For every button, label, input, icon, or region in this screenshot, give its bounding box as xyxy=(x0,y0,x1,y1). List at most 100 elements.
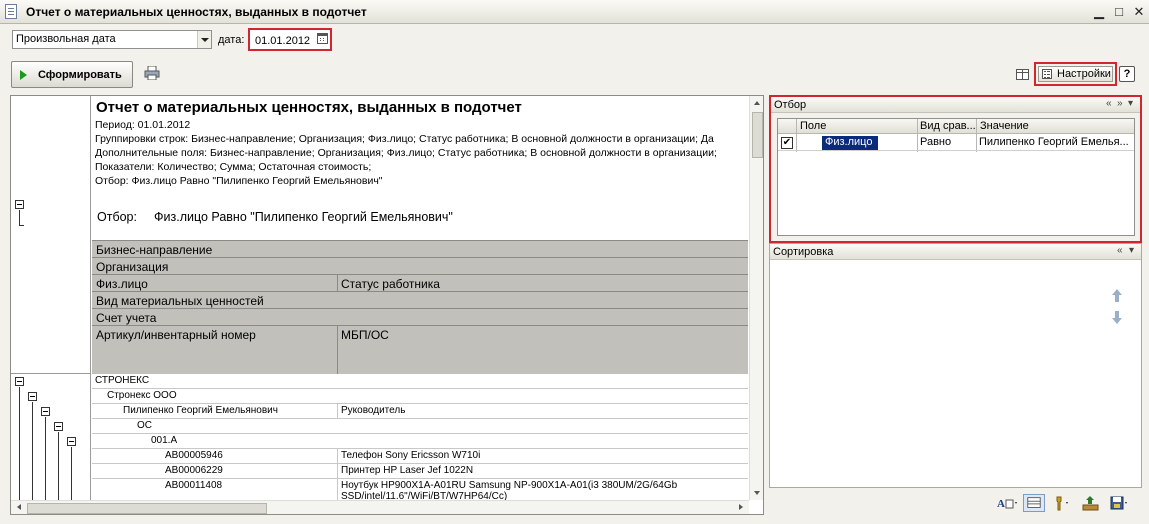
report-filter-value: Физ.лицо Равно "Пилипенко Георгий Емелья… xyxy=(154,210,453,224)
header-business: Бизнес-направление xyxy=(96,243,213,257)
filter-enabled-checkbox[interactable]: ✔ xyxy=(781,137,793,149)
row-cell-article: АВ00006229 xyxy=(165,465,223,476)
panel-menu-icon[interactable]: ▾ xyxy=(1128,98,1133,109)
cell-divider xyxy=(337,464,338,479)
collapse-left-icon[interactable]: « xyxy=(1106,98,1112,109)
row-cell-group: 001.А xyxy=(151,435,178,446)
expand-right-icon[interactable]: » xyxy=(1117,98,1123,109)
table-row[interactable]: Стронекс ООО xyxy=(92,389,748,404)
panel-menu-icon[interactable]: ▾ xyxy=(1129,245,1134,256)
filter-field-cell[interactable]: Физ.лицо xyxy=(822,136,878,150)
row-cell-article: АВ00011408 xyxy=(165,480,223,491)
minimize-button[interactable]: ▁ xyxy=(1090,3,1108,20)
column-comparison[interactable]: Вид срав... xyxy=(920,120,976,132)
collapse-group-icon[interactable] xyxy=(67,437,76,446)
table-layout-icon[interactable] xyxy=(1016,69,1029,80)
vertical-scrollbar[interactable] xyxy=(749,96,763,500)
date-value: 01.01.2012 xyxy=(255,35,311,47)
filter-panel: Отбор « » ▾ Поле Вид срав... Значение ✔ … xyxy=(769,95,1142,243)
play-icon xyxy=(20,70,27,80)
tree-line xyxy=(19,225,24,226)
collapse-left-icon[interactable]: « xyxy=(1117,245,1123,256)
collapse-group-icon[interactable] xyxy=(54,422,63,431)
scroll-right-icon[interactable] xyxy=(733,501,748,514)
row-cell-item: Принтер HP Laser Jef 1022N xyxy=(341,465,474,476)
close-button[interactable]: ✕ xyxy=(1130,3,1148,20)
settings-button[interactable]: Настройки xyxy=(1038,66,1113,82)
row-cell-group: СТРОНЕКС xyxy=(95,375,150,386)
row-cell-detail: Руководитель xyxy=(341,405,406,416)
chevron-down-icon[interactable] xyxy=(197,31,211,48)
horizontal-scrollbar[interactable] xyxy=(11,500,749,514)
printer-icon[interactable] xyxy=(144,66,160,80)
generate-button[interactable]: Сформировать xyxy=(11,61,133,88)
period-mode-select[interactable]: Произвольная дата xyxy=(12,30,212,49)
sort-panel-header: Сортировка « ▾ xyxy=(770,244,1141,260)
tree-line xyxy=(19,387,20,500)
generate-button-label: Сформировать xyxy=(38,69,122,81)
collapse-group-icon[interactable] xyxy=(41,407,50,416)
wrench-settings-icon[interactable] xyxy=(1052,494,1074,512)
filter-grid-header: Поле Вид срав... Значение xyxy=(778,119,1134,134)
filter-panel-header: Отбор « » ▾ xyxy=(771,97,1140,113)
report-document-icon xyxy=(5,4,17,19)
scroll-thumb[interactable] xyxy=(27,503,267,514)
header-organization: Организация xyxy=(96,260,169,274)
scroll-up-icon[interactable] xyxy=(750,96,763,110)
header-row: Физ.лицо Статус работника xyxy=(92,274,748,291)
table-row[interactable]: 001.А xyxy=(92,434,748,449)
table-row[interactable]: АВ00006229 Принтер HP Laser Jef 1022N xyxy=(92,464,748,479)
collapse-group-icon[interactable] xyxy=(15,377,24,386)
filter-value-cell[interactable]: Пилипенко Георгий Емелья... xyxy=(979,136,1133,148)
font-format-icon[interactable]: A xyxy=(996,494,1018,512)
header-row: Счет учета xyxy=(92,308,748,325)
calendar-icon[interactable] xyxy=(317,33,328,44)
row-cell-group: ОС xyxy=(137,420,152,431)
scroll-left-icon[interactable] xyxy=(12,501,27,514)
scroll-thumb[interactable] xyxy=(752,112,763,158)
report-column-header: Бизнес-направление Организация Физ.лицо … xyxy=(92,240,748,374)
collapse-group-icon[interactable] xyxy=(28,392,37,401)
tree-line xyxy=(45,417,46,500)
report-filter-caption-row: Отбор: Физ.лицо Равно "Пилипенко Георгий… xyxy=(97,210,453,224)
filter-grid[interactable]: Поле Вид срав... Значение ✔ Физ.лицо Рав… xyxy=(777,118,1135,236)
move-up-icon[interactable] xyxy=(1112,289,1122,303)
report-period: Период: 01.01.2012 xyxy=(95,119,191,131)
maximize-button[interactable]: □ xyxy=(1110,3,1128,20)
settings-button-label: Настройки xyxy=(1057,68,1111,80)
collapse-header-icon[interactable] xyxy=(15,200,24,209)
table-row[interactable]: Пилипенко Георгий Емельянович Руководите… xyxy=(92,404,748,419)
report-spreadsheet[interactable]: Отчет о материальных ценностях, выданных… xyxy=(10,95,764,515)
report-title: Отчет о материальных ценностях, выданных… xyxy=(96,99,522,116)
table-row[interactable]: АВ00005946 Телефон Sony Ericsson W710i xyxy=(92,449,748,464)
window-title: Отчет о материальных ценностях, выданных… xyxy=(26,5,367,19)
row-cell-group: Стронекс ООО xyxy=(107,390,177,401)
column-value[interactable]: Значение xyxy=(980,120,1029,132)
scroll-down-icon[interactable] xyxy=(750,486,763,500)
table-row[interactable]: АВ00011408 Ноутбук HP900X1A-A01RU Samsun… xyxy=(92,479,748,502)
filter-row[interactable]: ✔ Физ.лицо Равно Пилипенко Георгий Емель… xyxy=(778,135,1134,151)
bottom-toolbar: A xyxy=(996,494,1146,512)
report-filter-caption: Отбор: xyxy=(97,210,137,224)
tree-line xyxy=(19,210,20,225)
header-person: Физ.лицо xyxy=(96,277,148,291)
help-button[interactable]: ? xyxy=(1119,66,1135,82)
table-row[interactable]: ОС xyxy=(92,419,748,434)
column-field[interactable]: Поле xyxy=(800,120,826,132)
header-row: Артикул/инвентарный номер МБП/ОС xyxy=(92,325,748,374)
report-groupings: Группировки строк: Бизнес-направление; О… xyxy=(95,133,714,145)
grouping-gutter xyxy=(11,96,91,514)
title-bar: Отчет о материальных ценностях, выданных… xyxy=(0,0,1149,24)
filter-comparison-cell[interactable]: Равно xyxy=(920,136,975,148)
export-icon[interactable] xyxy=(1080,494,1102,512)
filter-panel-title: Отбор xyxy=(774,99,807,111)
header-mbp: МБП/ОС xyxy=(341,328,389,342)
tree-line xyxy=(71,447,72,500)
row-cell-item: Телефон Sony Ericsson W710i xyxy=(341,450,481,461)
table-view-icon[interactable] xyxy=(1023,494,1045,512)
table-row[interactable]: СТРОНЕКС xyxy=(92,374,748,389)
cell-divider xyxy=(337,479,338,500)
save-icon[interactable] xyxy=(1108,494,1130,512)
move-down-icon[interactable] xyxy=(1112,311,1122,325)
report-extra-fields: Дополнительные поля: Бизнес-направление;… xyxy=(95,147,717,159)
